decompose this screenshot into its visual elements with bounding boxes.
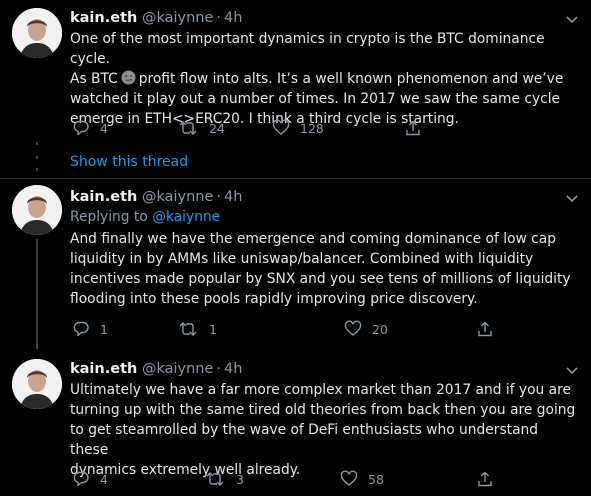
heart-icon — [340, 470, 358, 486]
avatar-image — [12, 185, 62, 235]
separator-dot: · — [216, 189, 221, 205]
text-line: turning up with the same tired old theor… — [70, 402, 576, 418]
tweet-actions: 1 1 20 — [70, 318, 510, 340]
text-line: watched it play out a number of times. I… — [70, 91, 561, 107]
text-line: incentives made popular by SNX and you s… — [70, 271, 571, 287]
text-line: flooding into these pools rapidly improv… — [70, 291, 478, 307]
more-options-chevron-icon[interactable] — [563, 10, 581, 28]
show-thread-link[interactable]: Show this thread — [70, 152, 188, 172]
text-segment: As BTC — [70, 71, 118, 87]
more-options-chevron-icon[interactable] — [563, 189, 581, 207]
display-name[interactable]: kain.eth — [70, 10, 137, 26]
text-line: to get steamrolled by the wave of DeFi e… — [70, 422, 539, 458]
text-line: As BTC profit flow into alts. It’s a well… — [70, 69, 580, 89]
smirk-emoji-icon — [121, 70, 136, 85]
avatar[interactable] — [12, 359, 62, 409]
retweet-icon — [206, 472, 224, 486]
retweet-button[interactable]: 3 — [204, 468, 244, 490]
like-button[interactable]: 128 — [272, 117, 324, 139]
reply-count: 1 — [100, 321, 108, 337]
retweet-count: 24 — [209, 120, 225, 136]
reply-icon — [73, 471, 89, 487]
text-line: One of the most important dynamics in cr… — [70, 31, 545, 67]
share-button[interactable] — [404, 117, 422, 139]
share-icon — [478, 321, 492, 337]
timestamp[interactable]: 4h — [224, 10, 242, 26]
heart-icon — [344, 320, 362, 336]
retweet-count: 3 — [236, 471, 244, 487]
tweet-text: One of the most important dynamics in cr… — [70, 29, 580, 129]
retweet-button[interactable]: 1 — [177, 318, 217, 340]
replying-to-handle[interactable]: @kaiynne — [152, 209, 220, 225]
replying-to-label: Replying to — [70, 209, 148, 225]
like-count: 128 — [300, 120, 324, 136]
retweet-count: 1 — [209, 321, 217, 337]
avatar-image — [12, 8, 62, 58]
more-options-chevron-icon[interactable] — [563, 361, 581, 379]
timestamp[interactable]: 4h — [224, 361, 242, 377]
like-count: 58 — [368, 471, 384, 487]
timeline: kain.eth @kaiynne · 4h One of the most imp… — [0, 0, 591, 496]
share-button[interactable] — [476, 318, 494, 340]
username[interactable]: @kaiynne — [142, 189, 213, 205]
reply-button[interactable]: 4 — [72, 468, 108, 490]
avatar[interactable] — [12, 185, 62, 235]
retweet-icon — [179, 322, 197, 336]
separator-dot: · — [216, 361, 221, 377]
retweet-button[interactable]: 24 — [177, 117, 225, 139]
share-icon — [478, 471, 492, 487]
reply-icon — [73, 120, 89, 136]
reply-icon — [73, 321, 89, 337]
tweet-actions: 4 24 128 — [70, 117, 510, 139]
share-icon — [406, 120, 420, 136]
display-name[interactable]: kain.eth — [70, 189, 137, 205]
tweet-header: kain.eth @kaiynne · 4h — [70, 188, 242, 206]
reply-count: 4 — [100, 471, 108, 487]
thread-connector — [36, 142, 38, 178]
reply-button[interactable]: 1 — [72, 318, 108, 340]
tweet-header: kain.eth @kaiynne · 4h — [70, 360, 242, 378]
text-line: And finally we have the emergence and co… — [70, 231, 556, 247]
username[interactable]: @kaiynne — [142, 361, 213, 377]
tweet-text: And finally we have the emergence and co… — [70, 229, 580, 309]
heart-icon — [272, 119, 290, 135]
reply-button[interactable]: 4 — [72, 117, 108, 139]
like-count: 20 — [372, 321, 388, 337]
text-segment: profit flow into alts. It’s a well known… — [138, 71, 564, 87]
username[interactable]: @kaiynne — [142, 10, 213, 26]
tweet-text: Ultimately we have a far more complex ma… — [70, 380, 580, 480]
avatar-image — [12, 359, 62, 409]
retweet-icon — [179, 121, 197, 135]
avatar[interactable] — [12, 8, 62, 58]
replying-to: Replying to @kaiynne — [70, 207, 220, 227]
separator-dot: · — [216, 10, 221, 26]
tweet-actions: 4 3 58 — [70, 468, 510, 490]
thread-line — [36, 239, 38, 349]
tweet-header: kain.eth @kaiynne · 4h — [70, 9, 242, 27]
display-name[interactable]: kain.eth — [70, 361, 137, 377]
like-button[interactable]: 58 — [340, 468, 384, 490]
tweet-3[interactable]: kain.eth @kaiynne · 4h Ultimately we have … — [0, 349, 591, 496]
timestamp[interactable]: 4h — [224, 189, 242, 205]
text-line: Ultimately we have a far more complex ma… — [70, 382, 571, 398]
reply-count: 4 — [100, 120, 108, 136]
tweet-2[interactable]: kain.eth @kaiynne · 4h Replying to @kaiynn… — [0, 179, 591, 349]
share-button[interactable] — [476, 468, 494, 490]
text-line: liquidity in by AMMs like uniswap/balanc… — [70, 251, 534, 267]
like-button[interactable]: 20 — [344, 318, 388, 340]
